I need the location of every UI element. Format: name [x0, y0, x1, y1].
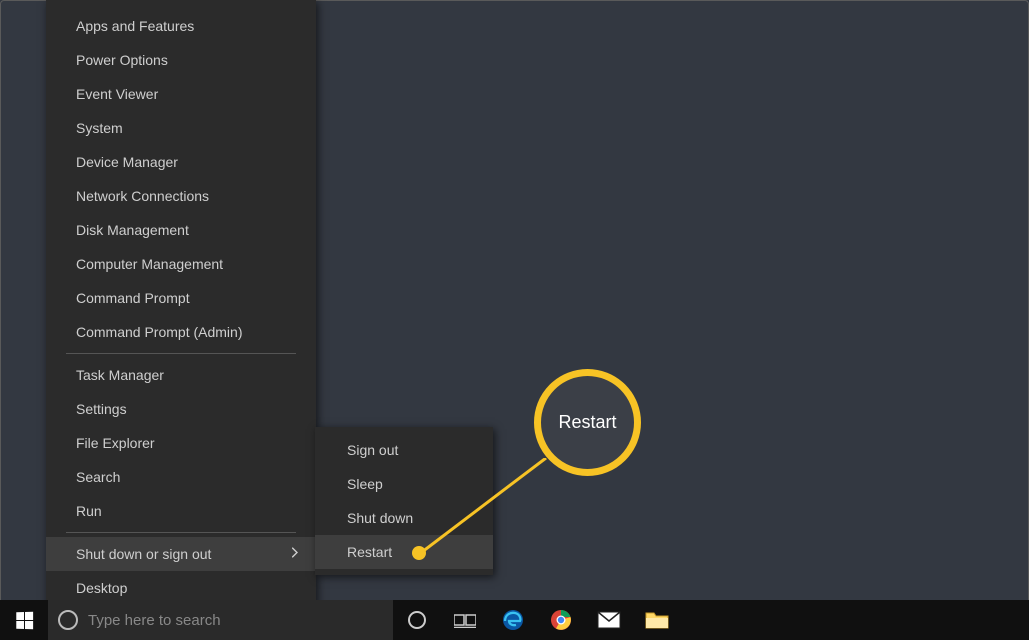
menu-label: Command Prompt: [76, 290, 190, 306]
taskbar-app-chrome[interactable]: [537, 600, 585, 640]
menu-item-run[interactable]: Run: [46, 494, 316, 528]
menu-label: Sleep: [347, 476, 383, 492]
task-view-icon: [454, 612, 476, 628]
menu-label: Search: [76, 469, 120, 485]
search-placeholder: Type here to search: [88, 612, 221, 629]
task-view-button[interactable]: [441, 600, 489, 640]
chevron-right-icon: [292, 548, 298, 561]
menu-separator: [66, 532, 296, 533]
menu-label: Disk Management: [76, 222, 189, 238]
menu-label: Command Prompt (Admin): [76, 324, 243, 340]
menu-item-command-prompt[interactable]: Command Prompt: [46, 281, 316, 315]
menu-item-network-connections[interactable]: Network Connections: [46, 179, 316, 213]
taskbar: Type here to search: [0, 600, 1029, 640]
windows-logo-icon: [16, 611, 33, 628]
edge-icon: [501, 608, 525, 632]
menu-item-file-explorer[interactable]: File Explorer: [46, 426, 316, 460]
callout-label: Restart: [558, 412, 616, 433]
menu-label: Shut down: [347, 510, 413, 526]
menu-label: Sign out: [347, 442, 398, 458]
menu-label: System: [76, 120, 123, 136]
menu-label: Restart: [347, 544, 392, 560]
taskbar-search-box[interactable]: Type here to search: [48, 600, 393, 640]
menu-label: Apps and Features: [76, 18, 194, 34]
menu-item-power-options[interactable]: Power Options: [46, 43, 316, 77]
menu-item-disk-management[interactable]: Disk Management: [46, 213, 316, 247]
callout-dot: [412, 546, 426, 560]
menu-item-device-manager[interactable]: Device Manager: [46, 145, 316, 179]
menu-label: Power Options: [76, 52, 168, 68]
callout-line: [418, 458, 563, 558]
menu-item-computer-management[interactable]: Computer Management: [46, 247, 316, 281]
menu-item-apps-and-features[interactable]: Apps and Features: [46, 0, 316, 43]
menu-label: Task Manager: [76, 367, 164, 383]
menu-item-event-viewer[interactable]: Event Viewer: [46, 77, 316, 111]
menu-item-search[interactable]: Search: [46, 460, 316, 494]
menu-label: Run: [76, 503, 102, 519]
start-button[interactable]: [0, 600, 48, 640]
menu-item-shutdown-or-signout[interactable]: Shut down or sign out: [46, 537, 316, 571]
menu-label: Event Viewer: [76, 86, 158, 102]
mail-icon: [597, 611, 621, 629]
menu-label: File Explorer: [76, 435, 155, 451]
taskbar-app-edge[interactable]: [489, 600, 537, 640]
cortana-button[interactable]: [393, 600, 441, 640]
folder-icon: [645, 610, 669, 630]
cortana-icon: [407, 610, 427, 630]
menu-label: Network Connections: [76, 188, 209, 204]
menu-separator: [66, 353, 296, 354]
menu-label: Desktop: [76, 580, 127, 596]
menu-item-settings[interactable]: Settings: [46, 392, 316, 426]
menu-label: Computer Management: [76, 256, 223, 272]
menu-item-system[interactable]: System: [46, 111, 316, 145]
taskbar-app-file-explorer[interactable]: [633, 600, 681, 640]
menu-item-command-prompt-admin[interactable]: Command Prompt (Admin): [46, 315, 316, 349]
search-icon: [58, 610, 78, 630]
chrome-icon: [550, 609, 572, 631]
callout-highlight-circle: Restart: [534, 369, 641, 476]
taskbar-app-mail[interactable]: [585, 600, 633, 640]
menu-label: Device Manager: [76, 154, 178, 170]
winx-quick-menu: Apps and Features Power Options Event Vi…: [46, 0, 316, 615]
menu-label: Settings: [76, 401, 127, 417]
menu-item-task-manager[interactable]: Task Manager: [46, 358, 316, 392]
menu-label: Shut down or sign out: [76, 546, 211, 562]
